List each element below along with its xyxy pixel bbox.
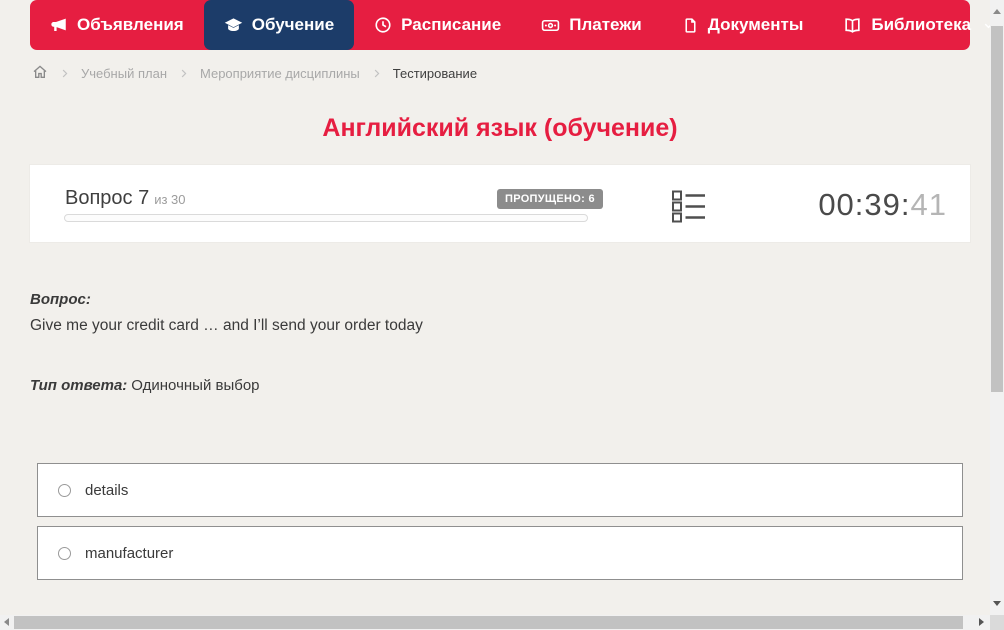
answer-option-details[interactable]: details [37, 463, 963, 517]
home-icon[interactable] [32, 64, 48, 83]
nav-item-label: Документы [707, 15, 804, 34]
question-text: Give me your credit card … and I’ll send… [30, 317, 423, 334]
scroll-right-arrow-icon[interactable] [979, 618, 984, 626]
vertical-scrollbar-thumb[interactable] [991, 26, 1003, 392]
breadcrumb-link-discipline-event[interactable]: Мероприятие дисциплины [200, 66, 360, 81]
nav-item-learning[interactable]: Обучение [203, 0, 355, 50]
book-icon [843, 16, 862, 35]
banknote-icon [541, 16, 560, 35]
chevron-right-icon [371, 68, 382, 79]
radio-icon[interactable] [58, 483, 71, 497]
breadcrumb-link-curriculum[interactable]: Учебный план [81, 66, 167, 81]
answer-option-label: details [85, 481, 129, 499]
timer-seconds: 41 [910, 187, 947, 222]
clock-icon [374, 16, 392, 34]
question-label: Вопрос: [30, 291, 91, 308]
scroll-left-arrow-icon[interactable] [4, 618, 9, 626]
scrollbar-corner [990, 615, 1004, 630]
test-page: { "theme": { "accent_red": "#e61e41", "a… [0, 0, 1004, 630]
radio-icon[interactable] [58, 546, 71, 560]
document-icon [682, 17, 699, 34]
nav-item-label: Обучение [251, 15, 335, 34]
timer-main: 00:39: [818, 187, 911, 222]
answer-options-list: details manufacturer [37, 463, 963, 589]
timer: 00:39:41 [818, 189, 947, 220]
chevron-right-icon [178, 68, 189, 79]
breadcrumb: Учебный план Мероприятие дисциплины Тест… [32, 62, 477, 84]
answer-type: Тип ответа: Одиночный выбор [30, 377, 260, 394]
scroll-up-arrow-icon[interactable] [993, 9, 1001, 14]
nav-item-label: Библиотека [871, 15, 972, 34]
question-number-label: Вопрос 7 [65, 187, 150, 209]
nav-item-payments[interactable]: Платежи [521, 0, 662, 50]
graduation-cap-icon [224, 16, 243, 35]
answer-option-label: manufacturer [85, 544, 174, 562]
answer-type-value: Одиночный выбор [131, 377, 260, 394]
horizontal-scrollbar-thumb[interactable] [14, 616, 963, 629]
scroll-down-arrow-icon[interactable] [993, 601, 1001, 606]
page-title: Английский язык (обучение) [322, 114, 678, 142]
nav-item-announcements[interactable]: Объявления [30, 0, 204, 50]
question-header-card: Вопрос 7 из 30 ПРОПУЩЕНО: 6 00:39:41 [30, 165, 970, 242]
question-list-icon[interactable] [672, 190, 706, 228]
question-number: Вопрос 7 из 30 [65, 187, 186, 210]
nav-item-documents[interactable]: Документы [662, 0, 824, 50]
chevron-right-icon [59, 68, 70, 79]
skipped-badge: ПРОПУЩЕНО: 6 [497, 189, 603, 209]
nav-item-schedule[interactable]: Расписание [354, 0, 521, 50]
answer-type-label: Тип ответа: [30, 377, 128, 394]
nav-item-library[interactable]: Библиотека [823, 0, 1004, 50]
nav-item-label: Расписание [401, 15, 502, 34]
nav-item-label: Платежи [569, 15, 642, 34]
question-total: из 30 [154, 192, 186, 207]
question-progress-bar [64, 214, 588, 222]
horizontal-scrollbar [0, 615, 990, 630]
vertical-scrollbar [990, 0, 1004, 615]
main-nav: Объявления Обучение Расписание Платежи Д… [30, 0, 993, 50]
megaphone-icon [50, 16, 68, 34]
breadcrumb-current: Тестирование [392, 65, 478, 81]
answer-option-manufacturer[interactable]: manufacturer [37, 526, 963, 580]
nav-item-label: Объявления [77, 15, 184, 34]
